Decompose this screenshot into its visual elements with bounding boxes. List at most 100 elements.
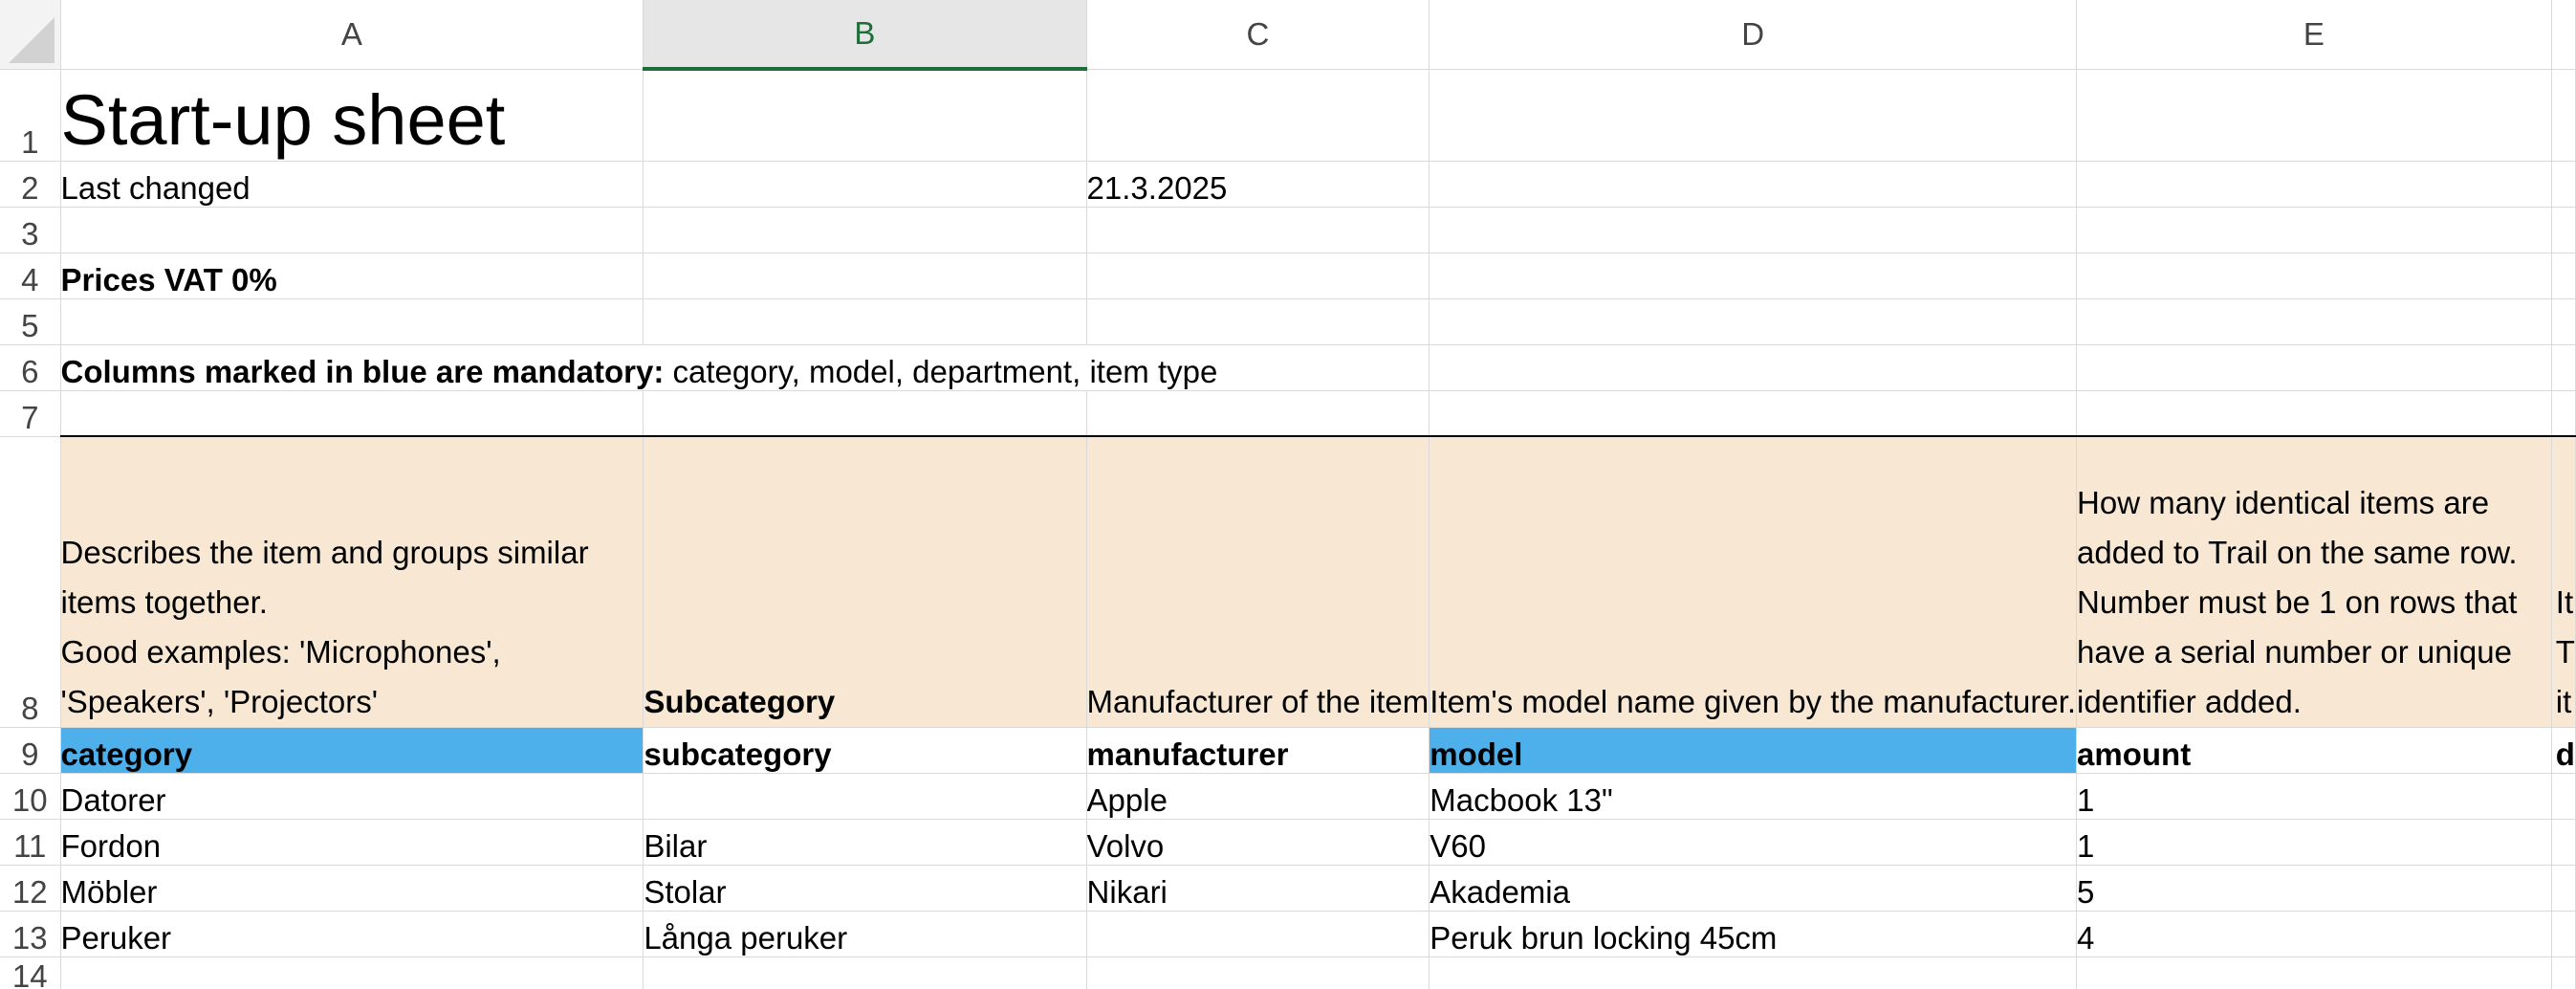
cell-d5[interactable] bbox=[1429, 298, 2078, 345]
row-header-8[interactable]: 8 bbox=[0, 436, 61, 728]
data-cell[interactable] bbox=[2551, 773, 2576, 820]
description-subcategory[interactable]: Subcategory bbox=[643, 435, 1087, 728]
table-row[interactable]: 13 Peruker Långa peruker Peruk brun lock… bbox=[0, 911, 2576, 957]
cell-f7[interactable] bbox=[2551, 390, 2576, 437]
cell-f4[interactable] bbox=[2551, 253, 2576, 299]
cell-b5[interactable] bbox=[643, 298, 1087, 345]
column-header-b[interactable]: B bbox=[643, 0, 1087, 71]
data-cell[interactable]: 4 bbox=[2076, 911, 2552, 957]
row-header-6[interactable]: 6 bbox=[0, 344, 61, 391]
cell-e4[interactable] bbox=[2076, 253, 2552, 299]
data-cell[interactable]: 5 bbox=[2076, 865, 2552, 912]
data-cell[interactable] bbox=[2551, 865, 2576, 912]
row-header-3[interactable]: 3 bbox=[0, 207, 61, 253]
cell-f14[interactable] bbox=[2551, 956, 2576, 989]
column-header-d[interactable]: D bbox=[1429, 0, 2078, 70]
cell-e3[interactable] bbox=[2076, 207, 2552, 253]
cell-e14[interactable] bbox=[2076, 956, 2552, 989]
field-next-partial[interactable]: d bbox=[2551, 727, 2576, 774]
cell-a3[interactable] bbox=[60, 207, 644, 253]
description-category[interactable]: Describes the item and groups similar it… bbox=[60, 435, 644, 728]
data-cell[interactable]: V60 bbox=[1429, 819, 2078, 866]
row-header-11[interactable]: 11 bbox=[0, 819, 61, 866]
cell-f3[interactable] bbox=[2551, 207, 2576, 253]
data-cell[interactable]: Akademia bbox=[1429, 865, 2078, 912]
cell-d3[interactable] bbox=[1429, 207, 2078, 253]
field-model[interactable]: model bbox=[1429, 727, 2078, 774]
cell-c3[interactable] bbox=[1086, 207, 1430, 253]
cell-b3[interactable] bbox=[643, 207, 1087, 253]
data-cell[interactable] bbox=[1086, 911, 1430, 957]
cell-b14[interactable] bbox=[643, 956, 1087, 989]
description-manufacturer[interactable]: Manufacturer of the item bbox=[1086, 435, 1430, 728]
sheet-title[interactable]: Start-up sheet bbox=[60, 69, 644, 162]
table-row[interactable]: 10 Datorer Apple Macbook 13" 1 bbox=[0, 773, 2576, 820]
prices-note[interactable]: Prices VAT 0% bbox=[60, 253, 644, 299]
data-cell[interactable]: Långa peruker bbox=[643, 911, 1087, 957]
cell-e1[interactable] bbox=[2076, 69, 2552, 162]
data-cell[interactable]: Volvo bbox=[1086, 819, 1430, 866]
data-cell[interactable] bbox=[2551, 819, 2576, 866]
cell-e5[interactable] bbox=[2076, 298, 2552, 345]
data-cell[interactable]: Macbook 13" bbox=[1429, 773, 2078, 820]
data-cell[interactable]: 1 bbox=[2076, 819, 2552, 866]
cell-c14[interactable] bbox=[1086, 956, 1430, 989]
cell-a14[interactable] bbox=[60, 956, 644, 989]
data-cell[interactable]: Möbler bbox=[60, 865, 644, 912]
data-cell[interactable]: 1 bbox=[2076, 773, 2552, 820]
row-header-9[interactable]: 9 bbox=[0, 727, 61, 774]
row-header-13[interactable]: 13 bbox=[0, 911, 61, 957]
cell-a5[interactable] bbox=[60, 298, 644, 345]
cell-f1[interactable] bbox=[2551, 69, 2576, 162]
field-manufacturer[interactable]: manufacturer bbox=[1086, 727, 1430, 774]
cell-e7[interactable] bbox=[2076, 390, 2552, 437]
description-model[interactable]: Item's model name given by the manufactu… bbox=[1429, 435, 2078, 728]
cell-b4[interactable] bbox=[643, 253, 1087, 299]
mandatory-columns-note[interactable]: Columns marked in blue are mandatory: ca… bbox=[60, 344, 1430, 391]
field-category[interactable]: category bbox=[60, 727, 644, 774]
data-cell[interactable]: Stolar bbox=[643, 865, 1087, 912]
cell-e2[interactable] bbox=[2076, 161, 2552, 208]
row-header-14[interactable]: 14 bbox=[0, 956, 61, 989]
cell-c1[interactable] bbox=[1086, 69, 1430, 162]
cell-d1[interactable] bbox=[1429, 69, 2078, 162]
cell-f2[interactable] bbox=[2551, 161, 2576, 208]
cell-b7[interactable] bbox=[643, 390, 1087, 437]
row-header-2[interactable]: 2 bbox=[0, 161, 61, 208]
column-header-e[interactable]: E bbox=[2076, 0, 2552, 70]
cell-d14[interactable] bbox=[1429, 956, 2078, 989]
data-cell[interactable] bbox=[2551, 911, 2576, 957]
cell-b1[interactable] bbox=[643, 69, 1087, 162]
field-subcategory[interactable]: subcategory bbox=[643, 727, 1087, 774]
cell-d7[interactable] bbox=[1429, 390, 2078, 437]
select-all-corner[interactable] bbox=[0, 0, 61, 70]
data-cell[interactable]: Nikari bbox=[1086, 865, 1430, 912]
cell-a7[interactable] bbox=[60, 390, 644, 437]
table-row[interactable]: 12 Möbler Stolar Nikari Akademia 5 bbox=[0, 865, 2576, 912]
cell-d4[interactable] bbox=[1429, 253, 2078, 299]
data-cell[interactable]: Datorer bbox=[60, 773, 644, 820]
data-cell[interactable]: Peruker bbox=[60, 911, 644, 957]
cell-c4[interactable] bbox=[1086, 253, 1430, 299]
row-header-1[interactable]: 1 bbox=[0, 69, 61, 162]
cell-f6[interactable] bbox=[2551, 344, 2576, 391]
cell-b2[interactable] bbox=[643, 161, 1087, 208]
cell-c7[interactable] bbox=[1086, 390, 1430, 437]
data-cell[interactable]: Peruk brun locking 45cm bbox=[1429, 911, 2078, 957]
data-cell[interactable]: Fordon bbox=[60, 819, 644, 866]
row-header-12[interactable]: 12 bbox=[0, 865, 61, 912]
description-next-partial[interactable]: It T it bbox=[2551, 435, 2576, 728]
row-header-4[interactable]: 4 bbox=[0, 253, 61, 299]
row-header-10[interactable]: 10 bbox=[0, 773, 61, 820]
cell-d6[interactable] bbox=[1429, 344, 2078, 391]
cell-d2[interactable] bbox=[1429, 161, 2078, 208]
field-amount[interactable]: amount bbox=[2076, 727, 2552, 774]
row-header-5[interactable]: 5 bbox=[0, 298, 61, 345]
column-header-c[interactable]: C bbox=[1086, 0, 1430, 70]
column-header-f[interactable] bbox=[2551, 0, 2576, 70]
row-header-7[interactable]: 7 bbox=[0, 390, 61, 437]
data-cell[interactable] bbox=[643, 773, 1087, 820]
cell-e6[interactable] bbox=[2076, 344, 2552, 391]
spreadsheet[interactable]: A B C D E 1 Start-up sheet 2 Last change… bbox=[0, 0, 2576, 989]
cell-c5[interactable] bbox=[1086, 298, 1430, 345]
